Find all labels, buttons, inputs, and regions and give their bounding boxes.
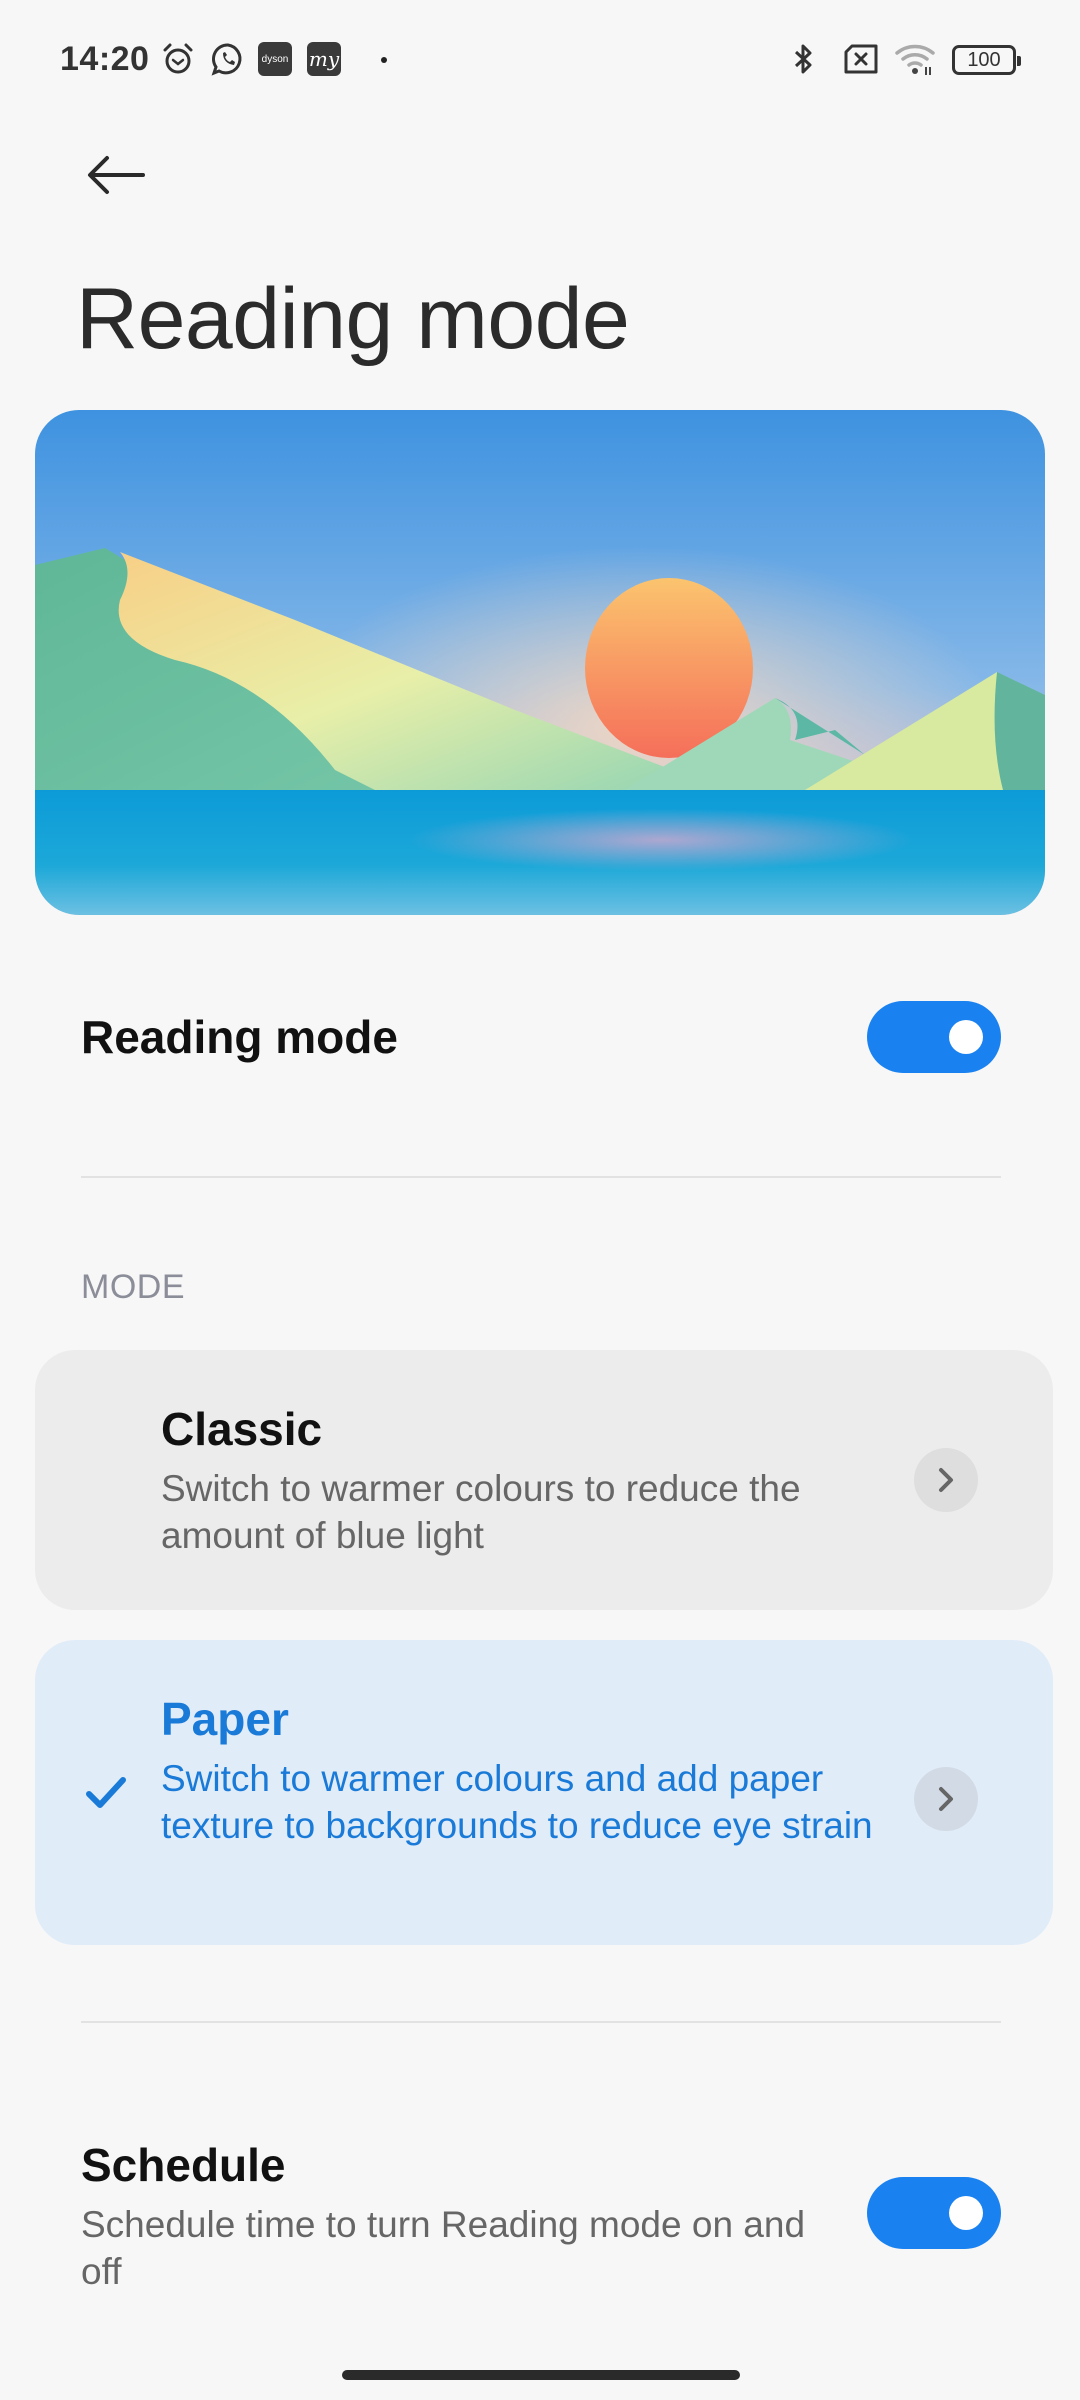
my-app-icon: my xyxy=(307,42,341,76)
dyson-app-icon: dyson xyxy=(258,42,292,76)
mode-option-description: Switch to warmer colours to reduce the a… xyxy=(161,1468,801,1556)
paper-details-button[interactable] xyxy=(914,1767,978,1831)
divider xyxy=(81,1176,1001,1178)
schedule-description: Schedule time to turn Reading mode on an… xyxy=(81,2204,806,2292)
status-bar: 14:20 dyson my 100 xyxy=(0,0,1080,120)
reading-mode-screen: 14:20 dyson my 100 Reading mode Reading … xyxy=(0,0,1080,2400)
reading-mode-toggle[interactable] xyxy=(867,1001,1001,1073)
no-sim-icon xyxy=(842,42,880,76)
bluetooth-icon xyxy=(790,42,818,76)
battery-icon: 100 xyxy=(952,45,1021,75)
page-title: Reading mode xyxy=(76,271,630,367)
chevron-right-icon xyxy=(939,1787,953,1811)
classic-details-button[interactable] xyxy=(914,1448,978,1512)
mode-option-paper[interactable]: Paper Switch to warmer colours and add p… xyxy=(35,1640,1053,1945)
mode-option-title: Classic xyxy=(161,1403,323,1455)
home-indicator[interactable] xyxy=(342,2370,740,2380)
back-button[interactable] xyxy=(76,140,156,210)
mode-option-classic[interactable]: Classic Switch to warmer colours to redu… xyxy=(35,1350,1053,1610)
wifi-icon xyxy=(894,42,938,76)
reading-mode-label: Reading mode xyxy=(81,1011,398,1063)
reading-mode-illustration xyxy=(35,410,1045,915)
status-time: 14:20 xyxy=(60,40,150,78)
checkmark-icon xyxy=(86,1777,126,1808)
toggle-knob xyxy=(949,2196,983,2230)
whatsapp-icon xyxy=(210,42,246,76)
mode-option-title: Paper xyxy=(161,1693,289,1745)
arrow-left-icon xyxy=(88,156,145,194)
toggle-knob xyxy=(949,1020,983,1054)
schedule-label: Schedule xyxy=(81,2139,286,2191)
chevron-right-icon xyxy=(939,1468,953,1492)
schedule-toggle[interactable] xyxy=(867,2177,1001,2249)
notification-dot xyxy=(381,57,387,63)
mode-option-description: Switch to warmer colours and add paper t… xyxy=(161,1758,873,1846)
divider xyxy=(81,2021,1001,2023)
alarm-icon xyxy=(160,42,196,76)
mode-section-label: MODE xyxy=(81,1268,185,1306)
